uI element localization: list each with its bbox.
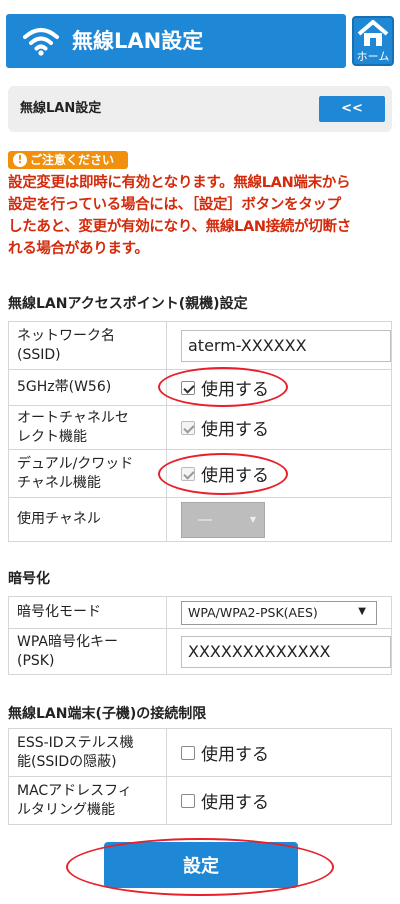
band-5ghz-checkbox[interactable] (181, 380, 195, 395)
wifi-icon (23, 28, 59, 56)
limit-table: ESS-IDステルス機 能(SSIDの隠蔽) 使用する MACアドレスフィ ルタ… (8, 728, 392, 825)
encryption-table: 暗号化モード WPA/WPA2-PSK(AES) ▼ WPA暗号化キー (PSK… (8, 596, 392, 675)
dual-quad-label: デュアル/クワッド チャネル機能 (8, 449, 167, 498)
ssid-input[interactable] (181, 329, 391, 362)
psk-label: WPA暗号化キー (PSK) (8, 628, 167, 675)
band-5ghz-option: 使用する (201, 380, 269, 400)
psk-input[interactable] (181, 635, 391, 668)
breadcrumb-label: 無線LAN設定 (20, 101, 102, 116)
chevron-down-icon: ▼ (249, 514, 256, 524)
ap-settings-table: ネットワーク名 (SSID) 5GHz帯(W56) 使用する オートチャネルセ … (8, 321, 392, 542)
home-label: ホーム (356, 50, 390, 63)
stealth-checkbox[interactable] (181, 745, 195, 760)
ssid-label: ネットワーク名 (SSID) (8, 321, 167, 370)
chevron-down-icon: ▼ (358, 605, 366, 617)
table-row: デュアル/クワッド チャネル機能 使用する (8, 449, 392, 498)
exclamation-icon: ! (13, 153, 27, 167)
auto-channel-label: オートチャネルセ レクト機能 (8, 405, 167, 450)
table-row: オートチャネルセ レクト機能 使用する (8, 405, 392, 450)
section-title-ap: 無線LANアクセスポイント(親機)設定 (8, 296, 248, 312)
dual-quad-checkbox[interactable] (181, 466, 195, 481)
section-title-encryption: 暗号化 (8, 571, 50, 587)
caution-message: 設定変更は即時に有効となります。無線LAN端末から 設定を行っている場合には、［… (8, 175, 351, 257)
table-row: 使用チャネル ― ▼ (8, 497, 392, 542)
stealth-option: 使用する (201, 745, 269, 765)
table-row: 5GHz帯(W56) 使用する (8, 369, 392, 406)
table-row: MACアドレスフィ ルタリング機能 使用する (8, 776, 392, 825)
enc-mode-label: 暗号化モード (8, 596, 167, 629)
page-title: 無線LAN設定 (72, 29, 204, 53)
section-title-limit: 無線LAN端末(子機)の接続制限 (8, 706, 207, 722)
auto-channel-checkbox[interactable] (181, 420, 195, 435)
channel-select[interactable]: ― ▼ (181, 501, 265, 538)
table-row: ネットワーク名 (SSID) (8, 321, 392, 370)
mac-filter-checkbox[interactable] (181, 793, 195, 808)
stealth-label: ESS-IDステルス機 能(SSIDの隠蔽) (8, 728, 167, 777)
table-row: ESS-IDステルス機 能(SSIDの隠蔽) 使用する (8, 728, 392, 777)
back-button[interactable]: << (319, 96, 385, 122)
dual-quad-option: 使用する (201, 466, 269, 486)
mac-filter-label: MACアドレスフィ ルタリング機能 (8, 776, 167, 825)
enc-mode-select[interactable]: WPA/WPA2-PSK(AES) ▼ (181, 600, 377, 625)
mac-filter-option: 使用する (201, 793, 269, 813)
table-row: 暗号化モード WPA/WPA2-PSK(AES) ▼ (8, 596, 392, 629)
table-row: WPA暗号化キー (PSK) (8, 628, 392, 675)
auto-channel-option: 使用する (201, 420, 269, 440)
band-5ghz-label: 5GHz帯(W56) (8, 369, 167, 406)
channel-label: 使用チャネル (8, 497, 167, 542)
submit-button[interactable]: 設定 (104, 842, 298, 888)
home-icon (357, 20, 389, 46)
